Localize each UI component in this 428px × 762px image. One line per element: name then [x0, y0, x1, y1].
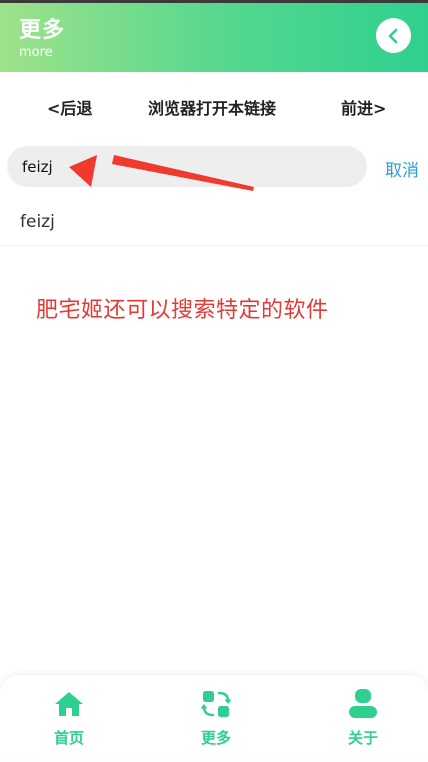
tab-about-label: 关于	[347, 729, 378, 747]
app-frame: 更多 more <后退 浏览器打开本链接 前进> feizj 取消 feizj …	[0, 0, 428, 759]
tab-more-label: 更多	[200, 729, 231, 747]
bottom-tab-bar: 首页 更多 关于	[0, 675, 428, 759]
annotation-arrow-icon	[69, 155, 254, 191]
switch-icon	[200, 691, 232, 717]
user-icon	[349, 689, 377, 718]
tab-about[interactable]: 关于	[323, 687, 403, 748]
home-icon	[55, 692, 83, 716]
tab-home-label: 首页	[53, 729, 84, 747]
tab-home[interactable]: 首页	[29, 687, 109, 748]
tab-more[interactable]: 更多	[176, 687, 256, 748]
